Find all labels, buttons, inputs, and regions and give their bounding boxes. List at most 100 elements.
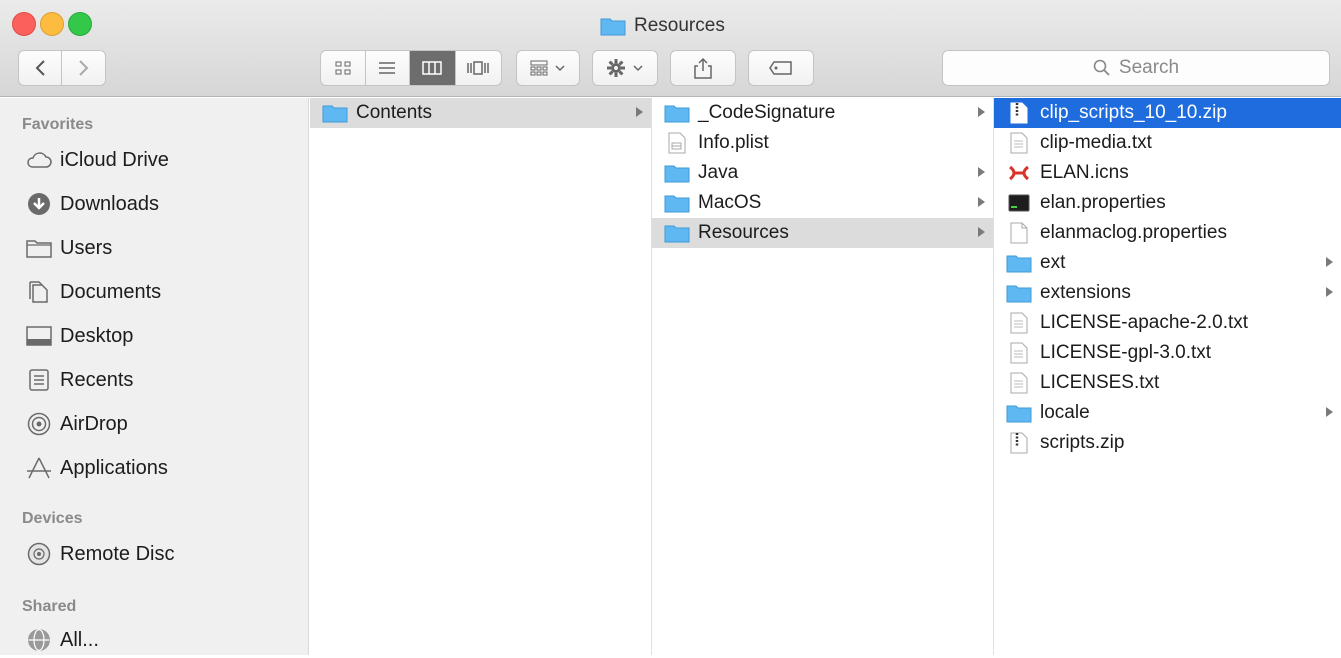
- sidebar-item-label: AirDrop: [60, 412, 128, 435]
- zoom-window-button[interactable]: [68, 12, 92, 36]
- file-name: LICENSE-gpl-3.0.txt: [1040, 342, 1212, 363]
- favorites-header: Favorites: [22, 116, 94, 133]
- gallery-view-button[interactable]: [456, 51, 501, 85]
- minimize-window-button[interactable]: [40, 12, 64, 36]
- icon-view-button[interactable]: [321, 51, 366, 85]
- sidebar-item-label: All...: [60, 628, 99, 651]
- sidebar-item-remote-disc[interactable]: Remote Disc: [26, 536, 174, 572]
- sidebar-item-icloud-drive[interactable]: iCloud Drive: [26, 142, 169, 178]
- file-name: ext: [1040, 252, 1066, 273]
- browser-column-2: _CodeSignature Info.plist Java MacOS Res…: [652, 98, 994, 655]
- nav-buttons: [18, 50, 106, 86]
- file-name: clip_scripts_10_10.zip: [1040, 102, 1227, 123]
- sidebar-item-recents[interactable]: Recents: [26, 362, 133, 398]
- file-name: clip-media.txt: [1040, 132, 1152, 153]
- file-row-resources[interactable]: Resources: [652, 218, 993, 248]
- zip-file-icon: [1006, 102, 1032, 124]
- back-button[interactable]: [19, 51, 63, 85]
- tag-icon: [769, 61, 792, 75]
- close-window-button[interactable]: [12, 12, 36, 36]
- tags-button[interactable]: [748, 50, 814, 86]
- file-name: locale: [1040, 402, 1090, 423]
- file-name: LICENSE-apache-2.0.txt: [1040, 312, 1249, 333]
- file-row-elanmaclog-properties[interactable]: elanmaclog.properties: [994, 218, 1341, 248]
- window-title-text: Resources: [634, 15, 725, 36]
- file-row-elan-icns[interactable]: ELAN.icns: [994, 158, 1341, 188]
- sidebar-item-label: Downloads: [60, 192, 159, 215]
- file-row-licenses-txt[interactable]: LICENSES.txt: [994, 368, 1341, 398]
- disclosure-arrow-icon: [978, 197, 985, 207]
- blank-file-icon: [1006, 222, 1032, 244]
- disclosure-arrow-icon: [1326, 287, 1333, 297]
- file-name: elanmaclog.properties: [1040, 222, 1227, 243]
- sidebar-item-airdrop[interactable]: AirDrop: [26, 406, 128, 442]
- elan-app-icon: [1006, 162, 1032, 184]
- file-row-locale[interactable]: locale: [994, 398, 1341, 428]
- share-button[interactable]: [670, 50, 736, 86]
- file-row-java[interactable]: Java: [652, 158, 993, 188]
- text-file-icon: [1006, 342, 1032, 364]
- file-row-contents[interactable]: Contents: [310, 98, 651, 128]
- disclosure-arrow-icon: [1326, 407, 1333, 417]
- file-row-license-apache[interactable]: LICENSE-apache-2.0.txt: [994, 308, 1341, 338]
- file-row-macos[interactable]: MacOS: [652, 188, 993, 218]
- window-title: Resources: [600, 12, 725, 40]
- list-view-button[interactable]: [366, 51, 411, 85]
- text-file-icon: [1006, 312, 1032, 334]
- action-button[interactable]: [592, 50, 658, 86]
- view-mode-control: [320, 50, 502, 86]
- file-row-elan-properties[interactable]: elan.properties: [994, 188, 1341, 218]
- chevron-down-icon: [555, 65, 565, 72]
- file-row-ext[interactable]: ext: [994, 248, 1341, 278]
- sidebar-item-applications[interactable]: Applications: [26, 450, 168, 486]
- arrange-button[interactable]: [516, 50, 580, 86]
- sidebar-item-label: Desktop: [60, 324, 134, 347]
- disclosure-arrow-icon: [636, 107, 643, 117]
- file-name: Java: [698, 162, 739, 183]
- file-row-extensions[interactable]: extensions: [994, 278, 1341, 308]
- zip-file-icon: [1006, 432, 1032, 454]
- folder-icon: [1006, 282, 1032, 304]
- file-row-clip-media-txt[interactable]: clip-media.txt: [994, 128, 1341, 158]
- list-icon: [379, 62, 396, 74]
- folder-icon: [664, 192, 690, 214]
- sidebar-item-label: Recents: [60, 368, 134, 391]
- file-row-scripts-zip[interactable]: scripts.zip: [994, 428, 1341, 458]
- cloud-icon: [26, 147, 52, 173]
- grid-icon: [335, 61, 351, 75]
- search-field[interactable]: Search: [942, 50, 1330, 86]
- sidebar-item-all-shared[interactable]: All...: [26, 622, 99, 658]
- file-name: Resources: [698, 222, 789, 243]
- disclosure-arrow-icon: [978, 167, 985, 177]
- folder-icon: [1006, 402, 1032, 424]
- file-name: Info.plist: [698, 132, 769, 153]
- file-name: elan.properties: [1040, 192, 1166, 213]
- file-row-codesignature[interactable]: _CodeSignature: [652, 98, 993, 128]
- file-name: Contents: [356, 102, 433, 123]
- column-view-button[interactable]: [410, 51, 456, 85]
- sidebar-item-documents[interactable]: Documents: [26, 274, 161, 310]
- folder-icon: [1006, 252, 1032, 274]
- disclosure-arrow-icon: [1326, 257, 1333, 267]
- sidebar-item-label: Documents: [60, 280, 162, 303]
- forward-button[interactable]: [62, 51, 105, 85]
- file-row-clip-scripts-zip[interactable]: clip_scripts_10_10.zip: [994, 98, 1341, 128]
- sidebar-item-label: Remote Disc: [60, 542, 175, 565]
- folder-icon: [26, 235, 52, 261]
- text-file-icon: [1006, 132, 1032, 154]
- shared-header: Shared: [22, 598, 77, 615]
- file-row-info-plist[interactable]: Info.plist: [652, 128, 993, 158]
- file-row-license-gpl[interactable]: LICENSE-gpl-3.0.txt: [994, 338, 1341, 368]
- folder-icon: [322, 102, 348, 124]
- sidebar-item-users[interactable]: Users: [26, 230, 112, 266]
- sidebar-item-label: Users: [60, 236, 113, 259]
- browser-column-3: clip_scripts_10_10.zip clip-media.txt EL…: [994, 98, 1341, 655]
- chevron-right-icon: [78, 60, 88, 76]
- sidebar-item-downloads[interactable]: Downloads: [26, 186, 159, 222]
- folder-icon: [664, 102, 690, 124]
- sidebar-item-label: Applications: [60, 456, 168, 479]
- sidebar-item-desktop[interactable]: Desktop: [26, 318, 133, 354]
- download-icon: [26, 191, 52, 217]
- terminal-icon: [1006, 192, 1032, 214]
- share-icon: [694, 57, 712, 79]
